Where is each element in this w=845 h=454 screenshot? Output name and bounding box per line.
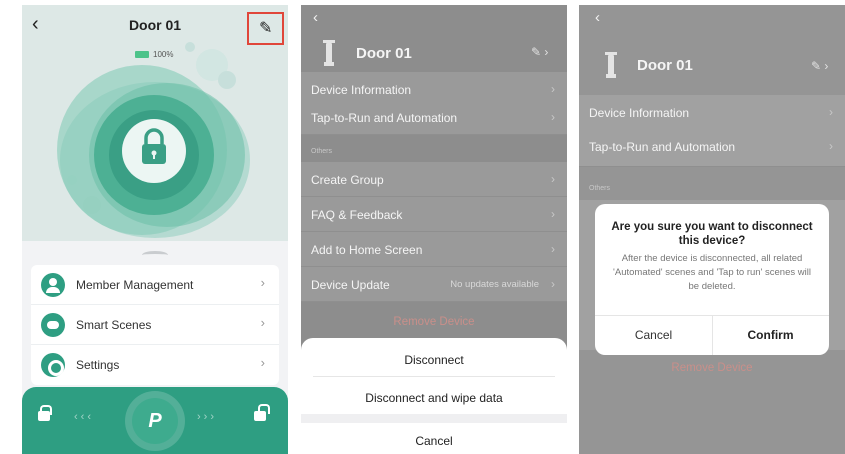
door-lock-device-icon bbox=[605, 52, 617, 78]
add-to-home-screen-row[interactable]: Add to Home Screen › bbox=[301, 232, 567, 267]
locked-icon bbox=[38, 405, 52, 421]
tap-to-run-row[interactable]: Tap-to-Run and Automation › bbox=[301, 100, 567, 135]
chevron-right-icon: › bbox=[829, 105, 833, 119]
disconnect-confirm-dialog: Are you sure you want to disconnect this… bbox=[595, 204, 829, 355]
smart-scenes-label: Smart Scenes bbox=[76, 318, 152, 332]
back-arrow-icon[interactable]: ‹ bbox=[595, 9, 600, 26]
member-management-label: Member Management bbox=[76, 278, 194, 292]
dialog-title: Are you sure you want to disconnect this… bbox=[611, 221, 813, 247]
chevron-right-icon: › bbox=[551, 172, 555, 186]
chevron-right-icon: › bbox=[551, 110, 555, 124]
chevron-right-icon: › bbox=[551, 207, 555, 221]
tap-to-run-label: Tap-to-Run and Automation bbox=[589, 140, 736, 154]
chevron-right-icon: › bbox=[551, 277, 555, 291]
sheet-gap bbox=[301, 414, 567, 423]
lock-hero: ‹ Door 01 ✎ 100% bbox=[22, 5, 288, 241]
faq-feedback-label: FAQ & Feedback bbox=[311, 208, 403, 222]
settings-row[interactable]: Settings › bbox=[31, 345, 279, 385]
sheet-divider bbox=[313, 376, 555, 377]
device-update-row[interactable]: Device Update No updates available › bbox=[301, 267, 567, 302]
slide-left-arrows-icon: ‹‹‹ bbox=[74, 411, 94, 423]
chevron-right-icon: › bbox=[260, 275, 265, 290]
unlock-slider-button[interactable]: P bbox=[132, 398, 178, 444]
unlocked-icon bbox=[254, 404, 270, 421]
remove-device-link[interactable]: Remove Device bbox=[579, 362, 845, 374]
section-header-others: Others bbox=[311, 148, 333, 155]
chevron-right-icon: › bbox=[260, 355, 265, 370]
cancel-option[interactable]: Cancel bbox=[301, 434, 567, 448]
chevron-right-icon: › bbox=[260, 315, 265, 330]
unlock-slider-bar: ‹‹‹ P ››› bbox=[22, 387, 288, 454]
scene-icon bbox=[41, 313, 65, 337]
device-title: Door 01 bbox=[356, 45, 412, 62]
remove-device-sheet-screen: ‹ Door 01 ✎ › Device Information › Tap-t… bbox=[301, 5, 567, 454]
faq-feedback-row[interactable]: FAQ & Feedback › bbox=[301, 197, 567, 232]
tap-to-run-row[interactable]: Tap-to-Run and Automation › bbox=[579, 129, 845, 167]
chevron-right-icon: › bbox=[551, 82, 555, 96]
device-title: Door 01 bbox=[637, 57, 693, 74]
create-group-row[interactable]: Create Group › bbox=[301, 162, 567, 197]
person-icon bbox=[41, 273, 65, 297]
gear-icon bbox=[41, 353, 65, 377]
remove-device-link[interactable]: Remove Device bbox=[301, 316, 567, 328]
chevron-right-icon: › bbox=[829, 139, 833, 153]
door-lock-device-icon bbox=[323, 40, 335, 66]
confirm-button[interactable]: Confirm bbox=[712, 315, 829, 355]
lock-blob-graphic bbox=[57, 42, 250, 238]
edit-pencil-icon[interactable]: ✎ › bbox=[811, 59, 828, 73]
disconnect-action-sheet: Disconnect Disconnect and wipe data Canc… bbox=[301, 338, 567, 454]
member-management-row[interactable]: Member Management › bbox=[31, 265, 279, 305]
tap-to-run-label: Tap-to-Run and Automation bbox=[311, 111, 458, 125]
dialog-message: After the device is disconnected, all re… bbox=[613, 253, 811, 292]
chevron-right-icon: › bbox=[551, 242, 555, 256]
back-arrow-icon[interactable]: ‹ bbox=[313, 9, 318, 26]
device-information-label: Device Information bbox=[589, 106, 690, 120]
device-screen: ‹ Door 01 ✎ 100% Member Management › Sma… bbox=[22, 5, 288, 454]
device-information-row[interactable]: Device Information › bbox=[579, 95, 845, 133]
disconnect-option[interactable]: Disconnect bbox=[301, 353, 567, 367]
add-to-home-screen-label: Add to Home Screen bbox=[311, 243, 423, 257]
section-header-others: Others bbox=[589, 185, 611, 192]
smart-scenes-row[interactable]: Smart Scenes › bbox=[31, 305, 279, 345]
device-menu-list: Member Management › Smart Scenes › Setti… bbox=[31, 265, 279, 385]
settings-label: Settings bbox=[76, 358, 120, 372]
device-information-label: Device Information bbox=[311, 83, 412, 97]
disconnect-confirm-screen: ‹ Door 01 ✎ › Device Information › Tap-t… bbox=[579, 5, 845, 454]
device-update-label: Device Update bbox=[311, 278, 390, 292]
create-group-label: Create Group bbox=[311, 173, 384, 187]
cancel-button[interactable]: Cancel bbox=[595, 315, 712, 355]
drag-handle[interactable] bbox=[142, 251, 168, 259]
edit-pencil-icon[interactable]: ✎ › bbox=[531, 45, 548, 59]
disconnect-wipe-option[interactable]: Disconnect and wipe data bbox=[301, 391, 567, 405]
device-update-status: No updates available bbox=[450, 279, 539, 290]
slide-right-arrows-icon: ››› bbox=[197, 411, 217, 423]
